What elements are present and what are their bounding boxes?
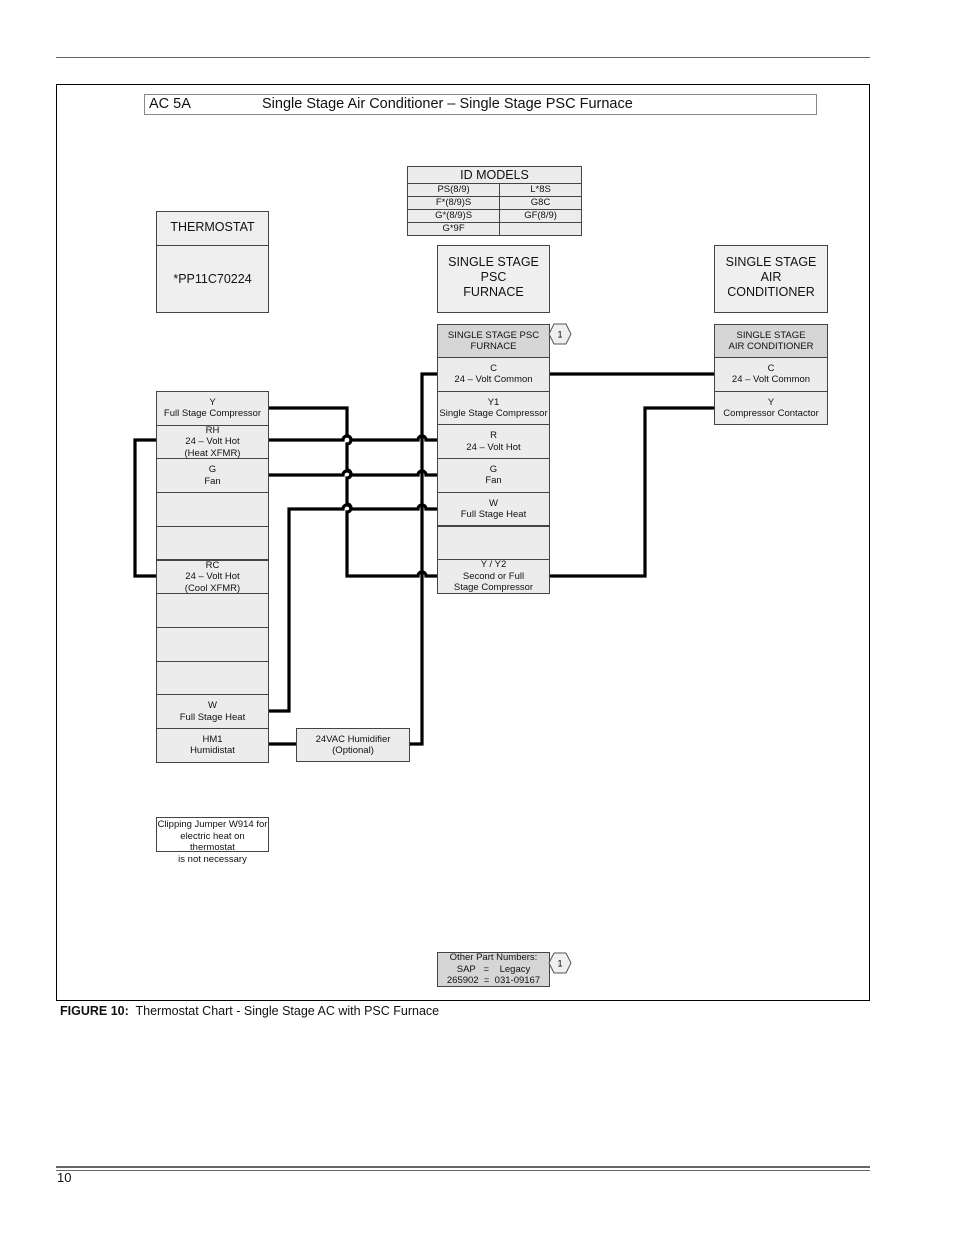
wire-rh-rc-jumper [133,438,156,578]
wire-g-to-g [269,469,437,477]
footer-rule [56,1166,870,1168]
wire-w-to-w [269,503,437,713]
wire-y-to-y2 [269,406,437,578]
wire-rh-to-r [269,434,437,442]
figure-caption-text: Thermostat Chart - Single Stage AC with … [135,1004,440,1018]
wiring-diagram [133,372,714,746]
figure-label: FIGURE 10: [60,1004,129,1018]
page-number: 10 [57,1170,72,1185]
wire-humidifier-to-c [410,372,437,746]
footer-rule [56,1170,870,1171]
figure-caption: FIGURE 10: Thermostat Chart - Single Sta… [60,1004,439,1018]
wire-y2-to-ac-y [550,406,714,578]
